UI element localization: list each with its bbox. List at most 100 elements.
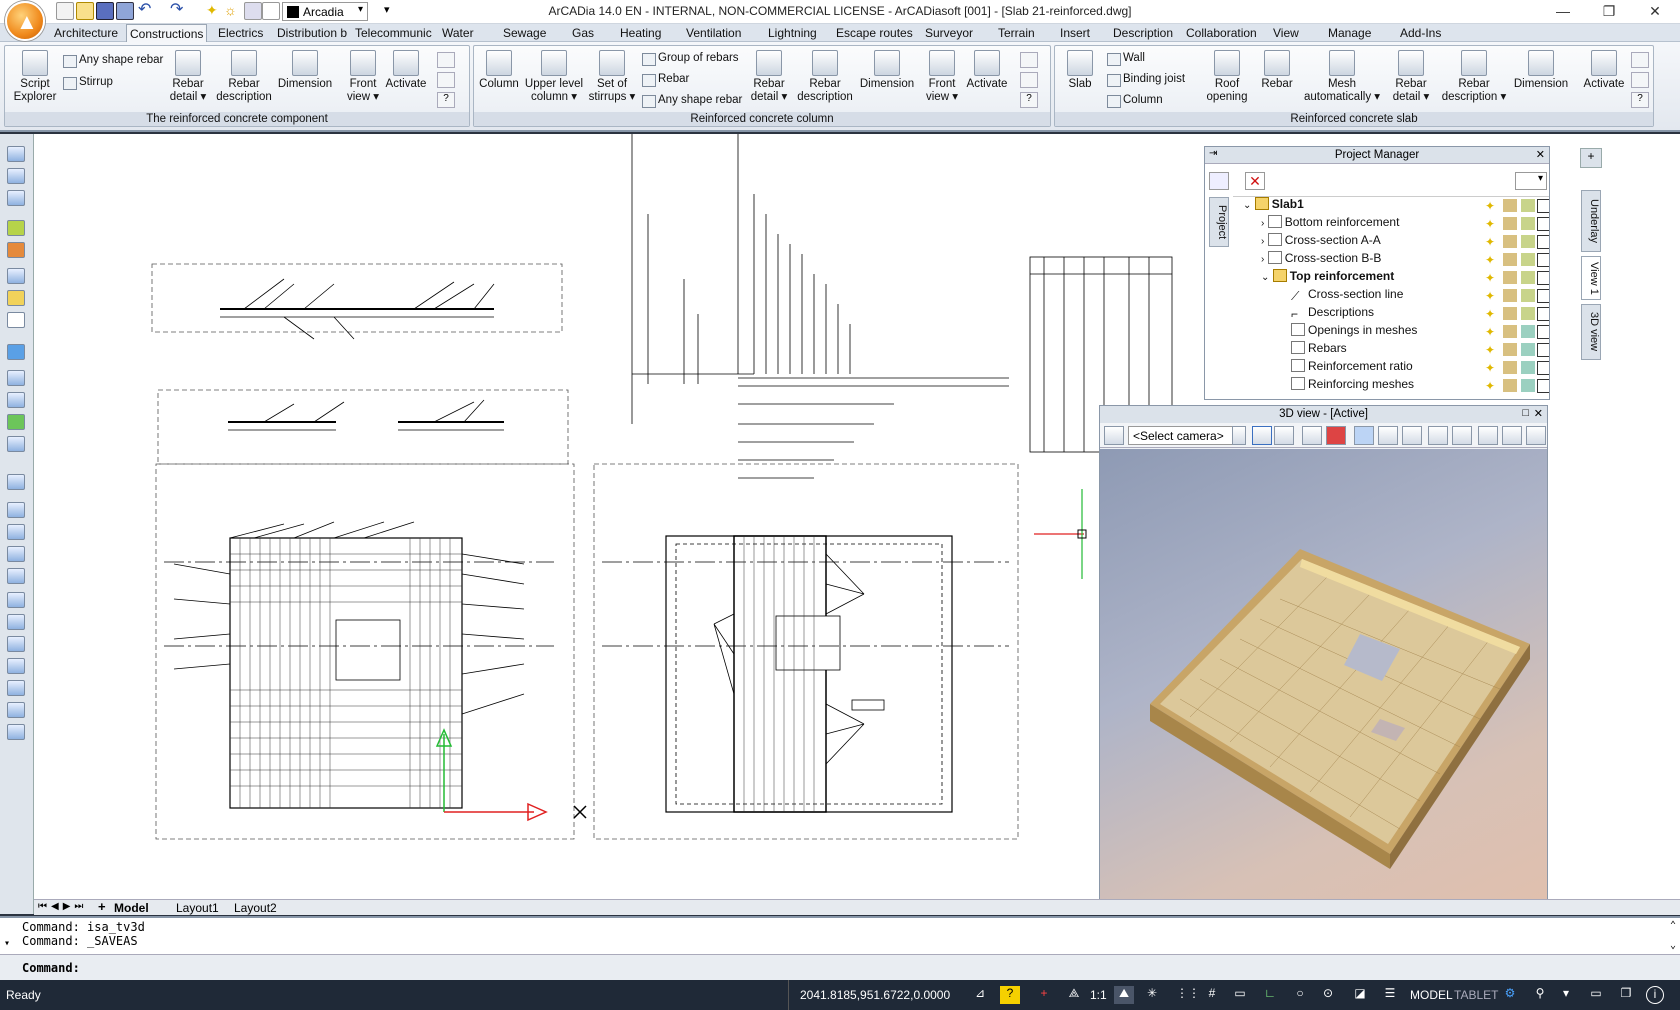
checkbox[interactable] xyxy=(1537,343,1549,357)
eraser-icon[interactable] xyxy=(1521,217,1535,230)
front-view-button-2[interactable]: Front view ▾ xyxy=(920,50,964,104)
dimension-button-3[interactable]: Dimension xyxy=(1511,50,1571,91)
close-icon[interactable]: ✕ xyxy=(1534,407,1543,420)
eraser-icon[interactable] xyxy=(1521,199,1535,212)
tab-view1[interactable]: View 1 xyxy=(1581,256,1601,300)
cube-view-icon[interactable] xyxy=(1252,426,1272,445)
lock-icon[interactable] xyxy=(1503,361,1517,374)
options-icon[interactable] xyxy=(1020,52,1038,68)
activate-button-3[interactable]: Activate xyxy=(1581,50,1627,91)
lock-icon[interactable] xyxy=(1503,307,1517,320)
tab-underlay[interactable]: Underlay xyxy=(1581,190,1601,252)
rebar-description-button-2[interactable]: Rebar description xyxy=(794,50,856,104)
tab-project[interactable]: Project xyxy=(1209,197,1229,247)
color-wheel-icon[interactable] xyxy=(1302,426,1322,445)
lock-icon[interactable] xyxy=(1503,343,1517,356)
list-icon[interactable] xyxy=(7,168,25,184)
rebar-detail-button-2[interactable]: Rebar detail ▾ xyxy=(744,50,794,104)
search-icon[interactable] xyxy=(7,680,25,696)
zoom-extents-icon[interactable] xyxy=(7,392,25,408)
upper-level-column-button[interactable]: Upper level column ▾ xyxy=(522,50,586,104)
delete-icon[interactable]: ✕ xyxy=(1245,172,1265,190)
polar-icon[interactable]: ∟ xyxy=(1260,986,1280,1004)
tree-item-cross-section-aa[interactable]: › Cross-section A-A xyxy=(1261,233,1381,251)
lineweight-icon[interactable]: ◪ xyxy=(1350,986,1370,1004)
lightbulb-icon[interactable]: ✦ xyxy=(1485,271,1499,285)
lightbulb-icon[interactable]: ✦ xyxy=(1485,379,1499,393)
lightbulb-icon[interactable]: ✦ xyxy=(1485,289,1499,303)
tab-lightning[interactable]: Lightning xyxy=(768,26,817,40)
front-view-button[interactable]: Front view ▾ xyxy=(341,50,385,104)
zoom-icon[interactable] xyxy=(7,370,25,386)
binding-joist-button[interactable]: Binding joist xyxy=(1107,73,1185,87)
tree-item-reinforcing-meshes[interactable]: Reinforcing meshes xyxy=(1291,377,1414,395)
eraser-icon[interactable] xyxy=(1521,235,1535,248)
lightbulb-icon[interactable]: ✦ xyxy=(1485,253,1499,267)
new-file-icon[interactable] xyxy=(56,2,74,20)
checkbox[interactable] xyxy=(1537,253,1549,267)
tab-constructions[interactable]: Constructions xyxy=(126,24,208,43)
checkbox[interactable] xyxy=(1537,289,1549,303)
layer-icon[interactable] xyxy=(244,2,262,20)
grid-icon[interactable] xyxy=(7,268,25,284)
snap-grid-icon[interactable]: # xyxy=(1202,986,1222,1004)
rebar-button-3[interactable]: Rebar xyxy=(1255,50,1299,91)
set-of-stirrups-button[interactable]: Set of stirrups ▾ xyxy=(586,50,638,104)
redo-icon[interactable]: ↷ xyxy=(170,2,188,20)
slab-button[interactable]: Slab xyxy=(1057,50,1103,91)
scroll-down-icon[interactable]: ⌄ xyxy=(1670,940,1676,951)
windows-icon[interactable]: ❐ xyxy=(1616,986,1636,1004)
checkbox[interactable] xyxy=(1537,307,1549,321)
ortho-icon[interactable]: ▭ xyxy=(1230,986,1250,1004)
any-shape-rebar-button-2[interactable]: Any shape rebar xyxy=(642,94,742,108)
lightbulb-icon[interactable]: ✦ xyxy=(1485,307,1499,321)
tab-electrics[interactable]: Electrics xyxy=(218,26,263,40)
tab-gas[interactable]: Gas xyxy=(572,26,594,40)
dimension-button-2[interactable]: Dimension xyxy=(856,50,918,91)
rebar-description-button-3[interactable]: Rebar description ▾ xyxy=(1439,50,1509,104)
lock-icon[interactable] xyxy=(1503,235,1517,248)
column-button[interactable]: Column xyxy=(476,50,522,91)
tab-description[interactable]: Description xyxy=(1113,26,1173,40)
eraser-icon[interactable] xyxy=(1521,361,1535,374)
crosshair-icon[interactable]: + xyxy=(1034,986,1054,1004)
polyline-icon[interactable] xyxy=(7,568,25,584)
maximize-button[interactable]: ❐ xyxy=(1586,0,1632,24)
orbit-icon[interactable] xyxy=(1274,426,1294,445)
circle-icon[interactable] xyxy=(7,636,25,652)
monitor-icon[interactable]: ▭ xyxy=(1586,986,1606,1004)
lock-icon[interactable] xyxy=(1503,199,1517,212)
close-icon[interactable]: ✕ xyxy=(1536,148,1545,161)
lock-icon[interactable] xyxy=(1503,217,1517,230)
section-icon[interactable] xyxy=(1478,426,1498,445)
column-button-3[interactable]: Column xyxy=(1107,94,1163,108)
tree-item-cross-section-bb[interactable]: › Cross-section B-B xyxy=(1261,251,1381,269)
eraser-icon[interactable] xyxy=(1521,289,1535,302)
maximize-icon[interactable]: □ xyxy=(1522,407,1529,419)
stirrup-button[interactable]: Stirrup xyxy=(63,76,113,90)
tab-manage[interactable]: Manage xyxy=(1328,26,1371,40)
activate-button-2[interactable]: Activate xyxy=(964,50,1010,91)
lightbulb-icon[interactable]: ✦ xyxy=(1485,361,1499,375)
tree-item-descriptions[interactable]: ⌐ Descriptions xyxy=(1291,305,1374,323)
help-icon[interactable]: ? xyxy=(437,92,455,108)
tab-surveyor[interactable]: Surveyor xyxy=(925,26,973,40)
tab-telecommunication[interactable]: Telecommunic xyxy=(355,26,432,40)
tree-item-reinforcement-ratio[interactable]: Reinforcement ratio xyxy=(1291,359,1413,377)
eraser-icon[interactable] xyxy=(1521,253,1535,266)
checkbox[interactable] xyxy=(1537,217,1549,231)
osnap-icon[interactable]: ○ xyxy=(1290,986,1310,1004)
properties-icon[interactable] xyxy=(1020,72,1038,88)
floors-icon[interactable] xyxy=(1452,426,1472,445)
minimize-button[interactable]: — xyxy=(1540,0,1586,24)
3d-box-icon[interactable] xyxy=(7,436,25,452)
camera-dropdown-icon[interactable] xyxy=(1232,426,1246,445)
tab-model[interactable]: Model xyxy=(114,901,149,915)
pan-icon[interactable] xyxy=(7,414,25,430)
tab-water[interactable]: Water xyxy=(442,26,474,40)
tree-item-top-reinforcement[interactable]: ⌄ Top reinforcement xyxy=(1261,269,1394,287)
layers-icon[interactable] xyxy=(7,220,25,236)
hardware-icon[interactable]: ⚲ xyxy=(1530,986,1550,1004)
any-shape-rebar-button[interactable]: Any shape rebar xyxy=(63,54,163,68)
checkbox[interactable] xyxy=(1537,235,1549,249)
